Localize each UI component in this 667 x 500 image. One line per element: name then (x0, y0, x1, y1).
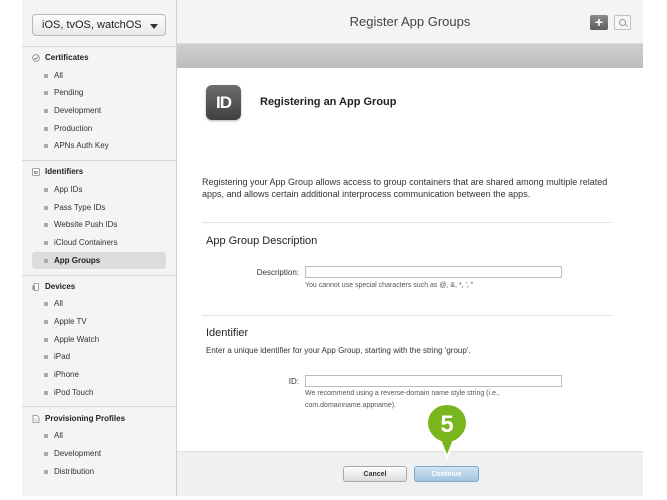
svg-text:ID: ID (34, 170, 39, 175)
sidebar-divider (22, 275, 177, 276)
sidebar-section-identifiers[interactable]: ID Identifiers (32, 167, 83, 176)
add-button[interactable]: + (590, 15, 608, 30)
sidebar-item-pending[interactable]: Pending (32, 84, 166, 101)
sidebar-item-iphone[interactable]: iPhone (32, 366, 166, 383)
sidebar-item-certificates-development[interactable]: Development (32, 102, 166, 119)
sidebar-divider (22, 406, 177, 407)
sidebar-divider (22, 46, 177, 47)
header-band (177, 44, 643, 68)
sidebar-section-provisioning-profiles[interactable]: Provisioning Profiles (32, 414, 125, 423)
description-label: Description: (256, 268, 299, 277)
search-button[interactable] (614, 15, 631, 30)
sidebar-divider (22, 160, 177, 161)
description-field[interactable] (305, 266, 562, 278)
device-icon (32, 282, 40, 291)
page-header: Register App Groups + (177, 0, 643, 44)
chevron-down-icon (150, 24, 158, 29)
intro-text: Registering your App Group allows access… (202, 177, 608, 199)
sidebar: iOS, tvOS, watchOS Certificates All Pend… (22, 0, 177, 496)
id-hint-line-1: We recommend using a reverse-domain name… (305, 390, 500, 397)
step-callout-icon: 5 (425, 402, 469, 460)
step-number: 5 (440, 411, 453, 438)
divider (202, 315, 612, 316)
sidebar-item-app-ids[interactable]: App IDs (32, 181, 166, 198)
sidebar-section-certificates[interactable]: Certificates (32, 53, 89, 62)
sidebar-item-app-groups[interactable]: App Groups (32, 252, 166, 269)
id-hint-line-2: com.domainname.appname). (305, 402, 397, 409)
identifier-section-title: Identifier (206, 327, 249, 339)
id-icon: ID (32, 167, 40, 176)
document-icon (32, 414, 40, 423)
id-icon: ID (206, 85, 241, 120)
sidebar-item-apple-watch[interactable]: Apple Watch (32, 331, 166, 348)
sidebar-item-profiles-development[interactable]: Development (32, 445, 166, 462)
sidebar-item-certificates-all[interactable]: All (32, 67, 166, 84)
id-label: ID: (288, 377, 299, 386)
sidebar-item-apns-auth-key[interactable]: APNs Auth Key (32, 137, 166, 154)
sidebar-item-profiles-all[interactable]: All (32, 427, 166, 444)
platform-select-value: iOS, tvOS, watchOS (42, 19, 142, 31)
page-title: Register App Groups (349, 14, 471, 29)
sidebar-item-ipod-touch[interactable]: iPod Touch (32, 384, 166, 401)
sidebar-item-apple-tv[interactable]: Apple TV (32, 313, 166, 330)
sidebar-item-distribution[interactable]: Distribution (32, 463, 166, 480)
divider (202, 222, 612, 223)
sidebar-item-icloud-containers[interactable]: iCloud Containers (32, 234, 166, 251)
identifier-description: Enter a unique identifier for your App G… (206, 346, 471, 355)
form-footer (177, 451, 643, 496)
sidebar-item-production[interactable]: Production (32, 120, 166, 137)
sidebar-item-devices-all[interactable]: All (32, 295, 166, 312)
section-heading: Registering an App Group (260, 96, 397, 108)
continue-button[interactable]: Continue (414, 466, 479, 482)
id-field[interactable] (305, 375, 562, 387)
platform-select[interactable]: iOS, tvOS, watchOS (32, 14, 166, 36)
sidebar-item-ipad[interactable]: iPad (32, 348, 166, 365)
sidebar-item-website-push-ids[interactable]: Website Push IDs (32, 216, 166, 233)
certificate-icon (32, 53, 40, 62)
description-hint: You cannot use special characters such a… (305, 282, 474, 289)
description-section-title: App Group Description (206, 235, 318, 247)
cancel-button[interactable]: Cancel (343, 466, 407, 482)
sidebar-item-pass-type-ids[interactable]: Pass Type IDs (32, 199, 166, 216)
sidebar-section-devices[interactable]: Devices (32, 282, 75, 291)
